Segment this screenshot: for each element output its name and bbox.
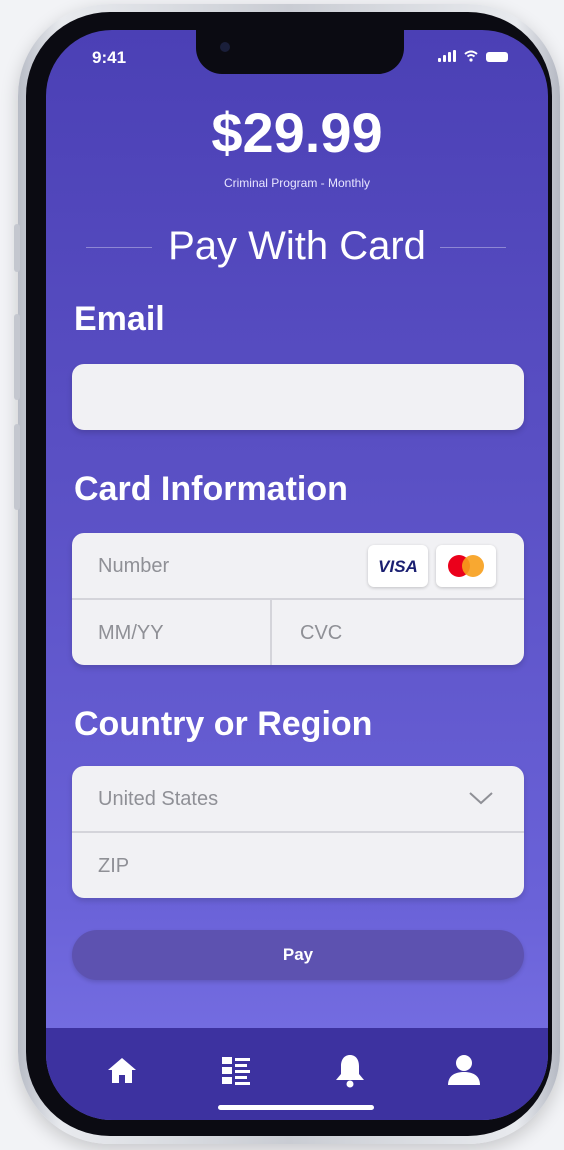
tab-list[interactable]: [216, 1050, 256, 1090]
zip-placeholder: ZIP: [98, 855, 130, 877]
user-icon: [448, 1055, 480, 1085]
card-information-label: Card Information: [74, 470, 348, 508]
tab-bar: [46, 1028, 548, 1120]
zip-field[interactable]: ZIP: [72, 833, 524, 898]
pay-button[interactable]: Pay: [72, 930, 524, 980]
volume-down-button: [14, 424, 20, 510]
expiry-placeholder: MM/YY: [98, 622, 164, 644]
status-icons: [438, 50, 508, 62]
country-select[interactable]: United States: [72, 766, 524, 831]
email-field[interactable]: [72, 364, 524, 430]
country-region-group: United States ZIP: [72, 766, 524, 898]
email-label: Email: [74, 300, 165, 338]
phone-screen: 9:41 $29.99 Criminal Program - Monthly P…: [46, 30, 548, 1120]
signal-icon: [438, 50, 456, 62]
tab-profile[interactable]: [444, 1050, 484, 1090]
home-indicator[interactable]: [218, 1105, 374, 1110]
mastercard-icon: [436, 545, 496, 587]
visa-icon: VISA: [368, 545, 428, 587]
mute-switch: [14, 224, 20, 272]
country-region-label: Country or Region: [74, 705, 373, 743]
home-icon: [108, 1058, 136, 1083]
wifi-icon: [464, 50, 478, 62]
battery-icon: [486, 52, 508, 62]
plan-name: Criminal Program - Monthly: [223, 176, 371, 190]
list-icon: [222, 1057, 250, 1085]
cvc-field[interactable]: CVC: [272, 600, 524, 665]
card-information-group: Number VISA MM/YY CVC: [72, 533, 524, 665]
tab-home[interactable]: [102, 1050, 142, 1090]
country-value: United States: [98, 788, 219, 810]
price: $29.99: [211, 101, 383, 164]
cvc-placeholder: CVC: [300, 622, 343, 644]
bell-icon: [336, 1055, 364, 1088]
expiry-field[interactable]: MM/YY: [72, 600, 270, 665]
visa-label: VISA: [378, 557, 418, 576]
tab-notifications[interactable]: [330, 1050, 370, 1090]
status-time: 9:41: [92, 48, 127, 67]
volume-up-button: [14, 314, 20, 400]
card-number-field[interactable]: Number VISA: [72, 533, 524, 598]
notch: [196, 30, 404, 74]
page-title: Pay With Card: [168, 224, 426, 268]
card-number-placeholder: Number: [98, 555, 170, 577]
camera-icon: [220, 42, 230, 52]
chevron-down-icon: [469, 792, 493, 805]
